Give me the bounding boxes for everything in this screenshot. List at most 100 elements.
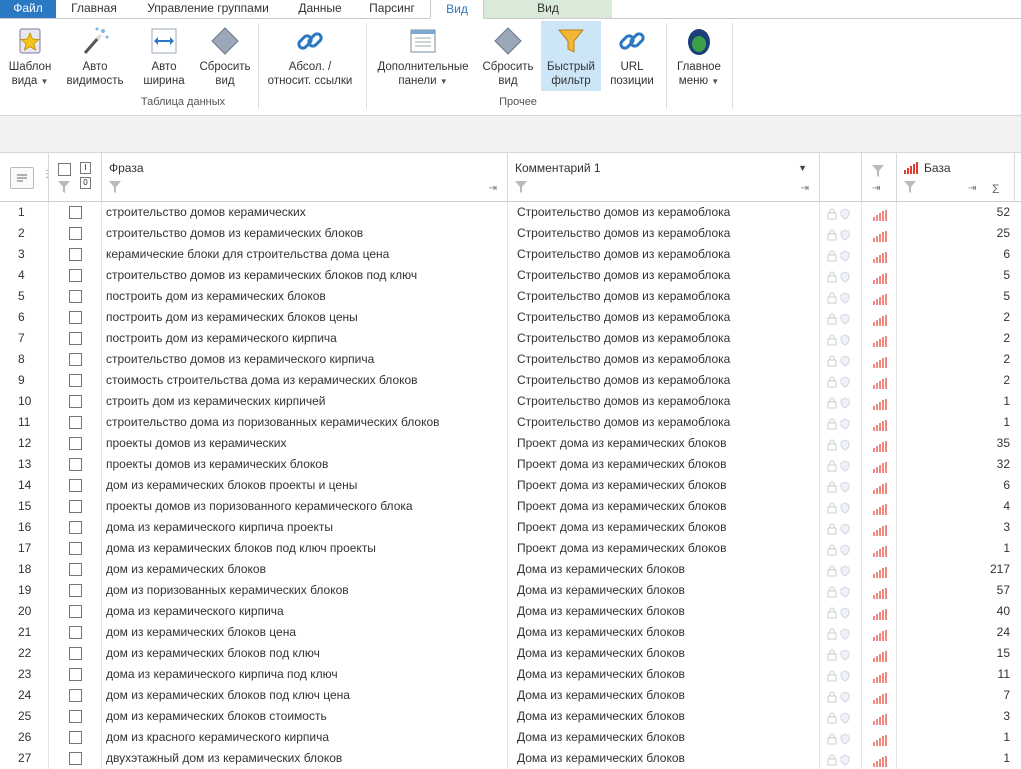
filter-icon[interactable] bbox=[904, 181, 916, 193]
shield-icon[interactable] bbox=[840, 668, 850, 685]
quick-filter-button[interactable]: Быстрый фильтр bbox=[541, 21, 601, 91]
lock-icon[interactable] bbox=[827, 563, 837, 580]
table-row[interactable]: 10 строить дом из керамических кирпичей Ст… bbox=[0, 391, 1021, 412]
table-row[interactable]: 11 строительство дома из поризованных кер… bbox=[0, 412, 1021, 433]
row-checkbox[interactable] bbox=[69, 647, 82, 660]
lock-icon[interactable] bbox=[827, 542, 837, 559]
comment-cell[interactable]: Строительство домов из керамоблока bbox=[517, 349, 817, 370]
row-checkbox[interactable] bbox=[69, 395, 82, 408]
row-checkbox[interactable] bbox=[69, 437, 82, 450]
lock-icon[interactable] bbox=[827, 710, 837, 727]
table-row[interactable]: 2 строительство домов из керамических бло… bbox=[0, 223, 1021, 244]
phrase-cell[interactable]: проекты домов из керамических блоков bbox=[106, 454, 506, 475]
row-checkbox[interactable] bbox=[69, 290, 82, 303]
comment-cell[interactable]: Дома из керамических блоков bbox=[517, 643, 817, 664]
header-base[interactable]: База ⇥ Σ bbox=[896, 153, 1015, 201]
frequency-bars-icon[interactable] bbox=[873, 648, 887, 664]
shield-icon[interactable] bbox=[840, 353, 850, 370]
frequency-bars-icon[interactable] bbox=[873, 396, 887, 412]
frequency-bars-icon[interactable] bbox=[873, 291, 887, 307]
table-row[interactable]: 27 двухэтажный дом из керамических блоков… bbox=[0, 748, 1021, 769]
row-checkbox[interactable] bbox=[69, 731, 82, 744]
shield-icon[interactable] bbox=[840, 521, 850, 538]
comment-cell[interactable]: Дома из керамических блоков bbox=[517, 748, 817, 769]
row-checkbox[interactable] bbox=[69, 332, 82, 345]
comment-cell[interactable]: Строительство домов из керамоблока bbox=[517, 412, 817, 433]
comment-cell[interactable]: Дома из керамических блоков bbox=[517, 580, 817, 601]
frequency-bars-icon[interactable] bbox=[873, 480, 887, 496]
filter-icon[interactable] bbox=[58, 181, 70, 193]
lock-icon[interactable] bbox=[827, 437, 837, 454]
shield-icon[interactable] bbox=[840, 710, 850, 727]
frequency-bars-icon[interactable] bbox=[873, 564, 887, 580]
phrase-cell[interactable]: дом из поризованных керамических блоков bbox=[106, 580, 506, 601]
table-row[interactable]: 9 стоимость строительства дома из керамич… bbox=[0, 370, 1021, 391]
table-row[interactable]: 7 построить дом из керамического кирпича С… bbox=[0, 328, 1021, 349]
pin-icon[interactable]: ⇥ bbox=[968, 183, 976, 194]
shield-icon[interactable] bbox=[840, 542, 850, 559]
comment-cell[interactable]: Проект дома из керамических блоков bbox=[517, 454, 817, 475]
phrase-cell[interactable]: стоимость строительства дома из керамиче… bbox=[106, 370, 506, 391]
header-comment[interactable]: Комментарий 1 ▼ ⇥ bbox=[507, 153, 820, 201]
frequency-bars-icon[interactable] bbox=[873, 228, 887, 244]
pin-icon[interactable]: ⇥ bbox=[872, 183, 880, 194]
tab-group-management[interactable]: Управление группами bbox=[132, 0, 284, 18]
shield-icon[interactable] bbox=[840, 458, 850, 475]
tab-data[interactable]: Данные bbox=[286, 0, 354, 18]
phrase-cell[interactable]: строительство домов из керамического кир… bbox=[106, 349, 506, 370]
frequency-bars-icon[interactable] bbox=[873, 207, 887, 223]
row-checkbox[interactable] bbox=[69, 311, 82, 324]
lock-icon[interactable] bbox=[827, 395, 837, 412]
lock-icon[interactable] bbox=[827, 374, 837, 391]
shield-icon[interactable] bbox=[840, 206, 850, 223]
table-row[interactable]: 16 дома из керамического кирпича проекты П… bbox=[0, 517, 1021, 538]
phrase-cell[interactable]: дома из керамического кирпича под ключ bbox=[106, 664, 506, 685]
table-row[interactable]: 17 дома из керамических блоков под ключ п… bbox=[0, 538, 1021, 559]
comment-cell[interactable]: Дома из керамических блоков bbox=[517, 727, 817, 748]
frequency-bars-icon[interactable] bbox=[873, 585, 887, 601]
column-chooser-icon[interactable] bbox=[10, 167, 34, 189]
tab-view-context[interactable]: Вид bbox=[484, 0, 612, 18]
row-checkbox[interactable] bbox=[69, 626, 82, 639]
frequency-bars-icon[interactable] bbox=[873, 438, 887, 454]
phrase-cell[interactable]: строительство домов из керамических блок… bbox=[106, 265, 506, 286]
tab-home[interactable]: Главная bbox=[58, 0, 130, 18]
row-checkbox[interactable] bbox=[69, 584, 82, 597]
phrase-cell[interactable]: дом из керамических блоков bbox=[106, 559, 506, 580]
comment-cell[interactable]: Строительство домов из керамоблока bbox=[517, 328, 817, 349]
comment-cell[interactable]: Проект дома из керамических блоков bbox=[517, 496, 817, 517]
table-row[interactable]: 23 дома из керамического кирпича под ключ… bbox=[0, 664, 1021, 685]
shield-icon[interactable] bbox=[840, 563, 850, 580]
shield-icon[interactable] bbox=[840, 374, 850, 391]
tab-view[interactable]: Вид bbox=[430, 0, 484, 19]
phrase-cell[interactable]: строительство домов керамических bbox=[106, 202, 506, 223]
row-checkbox[interactable] bbox=[69, 353, 82, 366]
lock-icon[interactable] bbox=[827, 479, 837, 496]
shield-icon[interactable] bbox=[840, 290, 850, 307]
main-menu-button[interactable]: Главное меню ▼ bbox=[670, 21, 728, 91]
filter-icon[interactable] bbox=[872, 165, 884, 177]
lock-icon[interactable] bbox=[827, 206, 837, 223]
abs-rel-links-button[interactable]: Абсол. / относит. ссылки bbox=[262, 21, 358, 91]
frequency-bars-icon[interactable] bbox=[873, 543, 887, 559]
pin-icon[interactable]: ⇥ bbox=[489, 183, 497, 194]
frequency-bars-icon[interactable] bbox=[873, 669, 887, 685]
comment-cell[interactable]: Строительство домов из керамоблока bbox=[517, 307, 817, 328]
frequency-bars-icon[interactable] bbox=[873, 753, 887, 769]
table-row[interactable]: 19 дом из поризованных керамических блоко… bbox=[0, 580, 1021, 601]
phrase-cell[interactable]: проекты домов из керамических bbox=[106, 433, 506, 454]
table-row[interactable]: 8 строительство домов из керамического ки… bbox=[0, 349, 1021, 370]
comment-cell[interactable]: Дома из керамических блоков bbox=[517, 559, 817, 580]
shield-icon[interactable] bbox=[840, 395, 850, 412]
shield-icon[interactable] bbox=[840, 479, 850, 496]
frequency-bars-icon[interactable] bbox=[873, 732, 887, 748]
shield-icon[interactable] bbox=[840, 311, 850, 328]
frequency-bars-icon[interactable] bbox=[873, 522, 887, 538]
shield-icon[interactable] bbox=[840, 332, 850, 349]
row-checkbox[interactable] bbox=[69, 500, 82, 513]
lock-icon[interactable] bbox=[827, 500, 837, 517]
row-checkbox[interactable] bbox=[69, 668, 82, 681]
table-row[interactable]: 15 проекты домов из поризованного керамич… bbox=[0, 496, 1021, 517]
comment-cell[interactable]: Дома из керамических блоков bbox=[517, 664, 817, 685]
shield-icon[interactable] bbox=[840, 647, 850, 664]
